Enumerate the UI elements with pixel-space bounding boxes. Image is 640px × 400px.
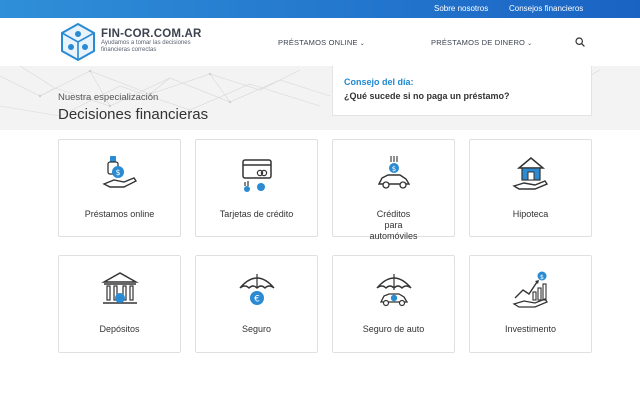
bank-icon <box>101 272 139 304</box>
section-title: Decisiones financieras <box>58 106 209 123</box>
about-link[interactable]: Sobre nosotros <box>434 4 488 13</box>
credit-card-icon <box>242 159 272 192</box>
car-coin-icon: $ <box>377 156 411 189</box>
hand-coin-icon: $ <box>102 156 138 188</box>
category-label: Depósitos <box>99 324 140 334</box>
growth-chart-icon: $ <box>512 271 548 308</box>
category-card-investment[interactable]: $ Investimento <box>469 255 592 353</box>
section-subtitle: Nuestra especialización <box>58 92 159 103</box>
category-label: Tarjetas de crédito <box>219 209 294 219</box>
category-card-insurance[interactable]: € Seguro <box>195 255 318 353</box>
tip-label: Consejo del día: <box>344 77 414 87</box>
nav-money-loans-label: PRÉSTAMOS DE DINERO <box>431 38 526 47</box>
category-label: Seguro <box>241 324 272 334</box>
chevron-down-icon: ⌄ <box>527 41 533 47</box>
svg-text:$: $ <box>540 273 544 281</box>
search-icon[interactable] <box>575 37 585 47</box>
category-card-car-insurance[interactable]: Seguro de auto <box>332 255 455 353</box>
category-label: Créditos para automóviles <box>369 209 418 241</box>
umbrella-euro-icon: € <box>239 274 275 305</box>
category-card-credit-cards[interactable]: Tarjetas de crédito <box>195 139 318 237</box>
category-label: Investimento <box>504 324 557 334</box>
house-hand-icon <box>512 157 549 190</box>
nav-money-loans[interactable]: PRÉSTAMOS DE DINERO ⌄ <box>431 38 532 47</box>
tip-question-link[interactable]: ¿Qué sucede si no paga un préstamo? <box>344 91 510 101</box>
svg-text:€: € <box>254 295 260 305</box>
financial-tips-link[interactable]: Consejos financieros <box>509 4 583 13</box>
category-card-online-loans[interactable]: $ Préstamos online <box>58 139 181 237</box>
category-card-deposits[interactable]: Depósitos <box>58 255 181 353</box>
logo-icon[interactable] <box>58 22 98 62</box>
category-label: Préstamos online <box>84 209 155 219</box>
umbrella-car-icon <box>376 274 412 307</box>
brand-name[interactable]: FIN-COR.COM.AR <box>101 28 202 40</box>
category-card-car-loans[interactable]: $ Créditos para automóviles <box>332 139 455 241</box>
category-label: Seguro de auto <box>362 324 425 334</box>
chevron-down-icon: ⌄ <box>359 41 365 47</box>
brand-tagline: Ayudamos a tomar las decisiones financie… <box>101 40 191 53</box>
svg-text:$: $ <box>115 168 120 177</box>
nav-online-loans-label: PRÉSTAMOS ONLINE <box>278 38 358 47</box>
top-bar: Sobre nosotros Consejos financieros <box>0 0 640 18</box>
svg-text:$: $ <box>392 165 396 173</box>
category-card-mortgage[interactable]: Hipoteca <box>469 139 592 237</box>
nav-online-loans[interactable]: PRÉSTAMOS ONLINE ⌄ <box>278 38 365 47</box>
category-label: Hipoteca <box>512 209 549 219</box>
